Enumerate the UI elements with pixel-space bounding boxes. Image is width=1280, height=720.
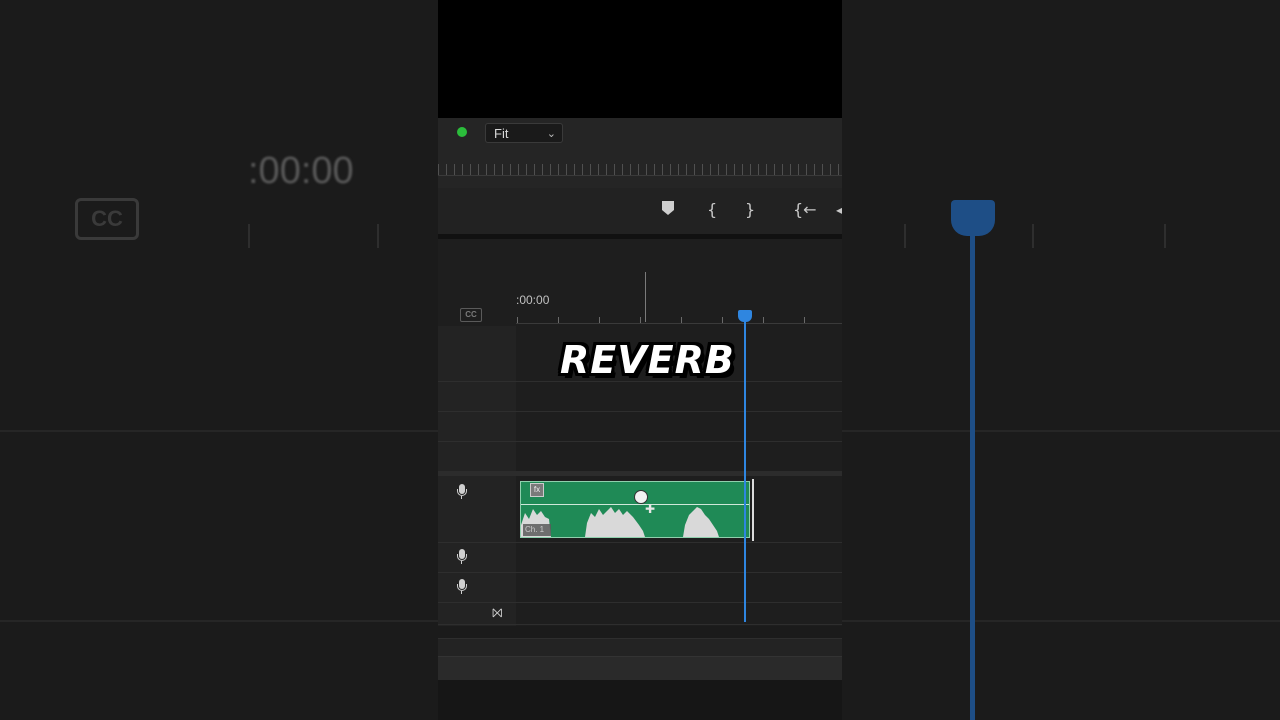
track-divider: [438, 572, 842, 573]
background-track-line: [842, 620, 1280, 622]
plus-cursor-icon: ✚: [645, 502, 656, 516]
mark-out-button[interactable]: }: [745, 200, 755, 219]
background-playhead-head: [951, 200, 995, 236]
in-point-marker: [645, 272, 646, 322]
background-tick: [377, 224, 379, 248]
background-playhead-line: [970, 236, 975, 720]
audio-waveform: [521, 507, 719, 537]
step-back-button[interactable]: ◂: [836, 200, 842, 219]
ruler-tick: [517, 317, 518, 323]
ruler-tick: [722, 317, 723, 323]
ruler-tick: [640, 317, 641, 323]
overlay-caption: REVERB: [560, 338, 735, 382]
background-timecode: :00:00: [248, 150, 354, 192]
step-back-icon: ◂: [836, 200, 842, 219]
go-to-in-icon: {←: [793, 200, 817, 219]
ruler-tick: [804, 317, 805, 323]
fx-badge-icon[interactable]: fx: [530, 483, 544, 497]
background-right: [842, 0, 1280, 720]
background-tick: [904, 224, 906, 248]
background-track-line: [0, 430, 438, 432]
track-headers: [438, 326, 516, 626]
bowtie-icon[interactable]: ⨝: [492, 606, 503, 621]
ruler-tick: [558, 317, 559, 323]
track-divider: [438, 602, 842, 603]
background-track-line: [842, 430, 1280, 432]
mic-icon[interactable]: [457, 549, 467, 565]
ruler-tick: [681, 317, 682, 323]
monitor-ruler-baseline: [438, 175, 842, 176]
audio-clip[interactable]: fx Ch. 1: [520, 481, 750, 538]
go-to-in-button[interactable]: {←: [793, 200, 817, 219]
marker-icon: [662, 201, 674, 215]
track-divider: [438, 441, 842, 442]
channel-label: Ch. 1: [523, 524, 551, 536]
ruler-tick: [763, 317, 764, 323]
track-divider: [438, 624, 842, 625]
transport-controls: [438, 188, 842, 234]
track-divider: [438, 542, 842, 543]
panel-footer: [438, 680, 842, 720]
timeline-ruler[interactable]: [516, 323, 842, 324]
background-cc-label: CC: [75, 198, 139, 240]
playhead-line[interactable]: [744, 322, 746, 622]
add-marker-button[interactable]: [662, 200, 674, 219]
timeline-zoom-bar[interactable]: [438, 656, 842, 681]
captions-toggle-icon[interactable]: CC: [460, 308, 482, 322]
clip-trim-handle[interactable]: [752, 479, 754, 541]
track-divider: [438, 411, 842, 412]
timeline-scrollbar-track[interactable]: [438, 638, 842, 657]
chevron-down-icon: ⌄: [546, 128, 556, 140]
video-audio-separator[interactable]: [438, 471, 842, 476]
mark-in-button[interactable]: {: [707, 200, 717, 219]
status-dot-icon: [457, 127, 467, 137]
timeline-bottom-gap: [438, 626, 842, 638]
zoom-level-value: Fit: [494, 126, 509, 141]
playhead-handle[interactable]: [738, 310, 752, 322]
background-left: :00:00 CC: [0, 0, 438, 720]
mark-out-icon: }: [745, 200, 756, 219]
background-tick: [1164, 224, 1166, 248]
ruler-tick: [599, 317, 600, 323]
background-tick: [248, 224, 250, 248]
mark-in-icon: {: [707, 200, 718, 219]
background-track-line: [0, 620, 438, 622]
timeline-timecode[interactable]: :00:00: [516, 293, 549, 307]
mic-icon[interactable]: [457, 579, 467, 595]
mic-icon[interactable]: [457, 484, 467, 500]
background-tick: [1032, 224, 1034, 248]
zoom-level-select[interactable]: Fit ⌄: [485, 123, 563, 143]
program-monitor-video: [438, 0, 842, 118]
